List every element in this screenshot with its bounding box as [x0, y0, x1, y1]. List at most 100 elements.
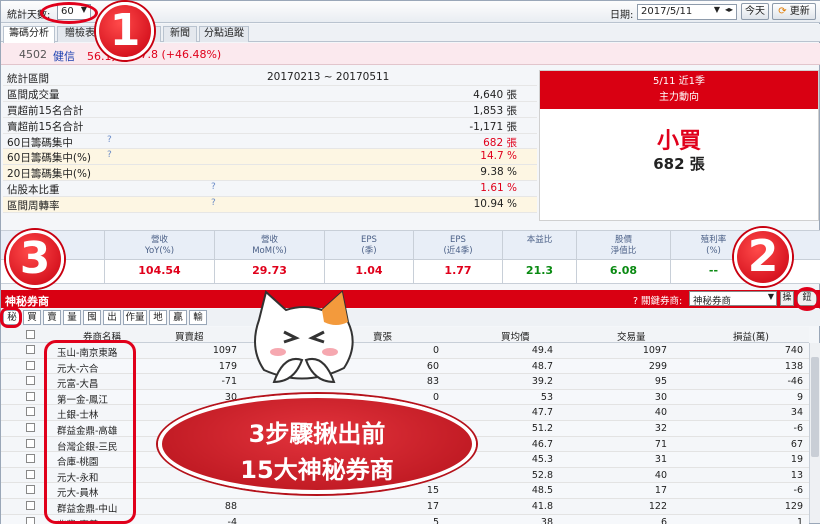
- help-icon[interactable]: ?: [211, 182, 216, 192]
- cell-pl: 1: [796, 516, 803, 524]
- main-force-period: 5/11 近1季: [653, 76, 705, 87]
- cell-sell: 83: [426, 376, 439, 388]
- stepper-icon[interactable]: ◂▸: [725, 5, 733, 14]
- col-net[interactable]: 買賣超: [175, 329, 204, 343]
- tab-branch-tracking[interactable]: 分點追蹤: [199, 26, 249, 42]
- broker-filter-tabs: 秘買賣量囤出作量地贏輸: [1, 309, 820, 326]
- tab-news[interactable]: 新聞: [163, 26, 197, 42]
- summary-key: 統計區間: [7, 73, 49, 85]
- grid-scrollbar[interactable]: [809, 343, 820, 523]
- help-icon[interactable]: ?: [107, 150, 112, 160]
- row-checkbox[interactable]: [26, 485, 35, 495]
- row-checkbox[interactable]: [26, 500, 35, 510]
- summary-key: 區間周轉率: [7, 200, 60, 213]
- broker-filter-tab[interactable]: 作量: [123, 310, 147, 325]
- stock-name[interactable]: 健信: [53, 48, 75, 64]
- metric-value: 104.54: [138, 264, 181, 277]
- scroll-thumb[interactable]: [811, 357, 819, 457]
- cell-pl: -46: [787, 376, 803, 388]
- chevron-down-icon: ▼: [767, 292, 774, 301]
- cell-net: -71: [221, 376, 237, 388]
- row-checkbox[interactable]: [26, 422, 35, 432]
- cell-pl: -6: [793, 422, 803, 434]
- tab-chip-analysis[interactable]: 籌碼分析: [3, 26, 55, 43]
- col-sell[interactable]: 賣張: [373, 329, 392, 343]
- row-checkbox[interactable]: [26, 438, 35, 448]
- key-broker-label: ? 關鍵券商:: [633, 296, 683, 307]
- row-checkbox[interactable]: [26, 469, 35, 479]
- cell-pl: 19: [790, 454, 803, 466]
- cell-avg: 38: [540, 516, 553, 524]
- summary-value: 10.94 %: [473, 198, 517, 211]
- operate-button[interactable]: 操: [780, 291, 794, 306]
- highlight-ring-days: [40, 2, 98, 24]
- col-volume[interactable]: 交易量: [617, 329, 646, 343]
- row-checkbox[interactable]: [26, 391, 35, 401]
- cell-volume: 30: [654, 391, 667, 403]
- cell-volume: 1097: [642, 345, 667, 356]
- step-badge-1: 1: [96, 2, 154, 60]
- cell-volume: 299: [648, 360, 667, 372]
- col-pl[interactable]: 損益(萬): [733, 329, 769, 343]
- cell-pl: 129: [784, 500, 803, 512]
- cell-volume: 122: [648, 500, 667, 512]
- highlight-ring-button: [794, 287, 820, 311]
- col-avg-price[interactable]: 買均價: [501, 329, 530, 343]
- metric-cell: 營收 MoM(%) 29.73: [215, 231, 325, 283]
- broker-filter-tab[interactable]: 地: [149, 310, 167, 325]
- metric-header-line1: 營收: [150, 235, 168, 245]
- key-broker-select[interactable]: 神秘券商 ▼: [689, 291, 777, 307]
- main-force-qty: 682 張: [653, 155, 705, 173]
- cell-pl: -6: [793, 485, 803, 497]
- metric-value: 1.77: [444, 264, 472, 277]
- select-all-checkbox[interactable]: [26, 330, 35, 339]
- refresh-button[interactable]: ⟳ 更新: [772, 3, 816, 20]
- summary-value: 1,853 張: [473, 104, 517, 117]
- summary-key: 60日籌碼集中(%): [7, 152, 92, 165]
- row-checkbox[interactable]: [26, 360, 35, 370]
- broker-filter-tab[interactable]: 量: [63, 310, 81, 325]
- broker-filter-tab[interactable]: 囤: [83, 310, 101, 325]
- cell-pl: 138: [784, 360, 803, 372]
- broker-filter-tab[interactable]: 出: [103, 310, 121, 325]
- cell-pl: 34: [790, 407, 803, 419]
- summary-value: 1.61 %: [480, 182, 517, 195]
- help-icon[interactable]: ?: [211, 198, 216, 208]
- broker-filter-tab[interactable]: 輸: [189, 310, 207, 325]
- cell-volume: 95: [654, 376, 667, 388]
- cell-avg: 53: [540, 391, 553, 403]
- metric-header-line2: (季): [361, 246, 377, 256]
- summary-key: 區間成交量: [7, 88, 60, 101]
- cell-avg: 48.5: [531, 485, 553, 497]
- today-button[interactable]: 今天: [741, 3, 769, 20]
- cell-avg: 47.7: [531, 407, 553, 419]
- metric-header-line2: (近4季): [443, 246, 473, 256]
- cell-avg: 49.4: [531, 345, 553, 356]
- metric-header-line1: EPS: [450, 235, 466, 245]
- row-checkbox[interactable]: [26, 345, 35, 354]
- metric-header-line1: EPS: [361, 235, 377, 245]
- summary-value: 14.7 %: [480, 150, 517, 163]
- chip-summary-table: 統計區間 20170213 ~ 20170511 區間成交量 4,640 張買超前…: [3, 70, 537, 214]
- main-force-panel: 5/11 近1季 主力動向 小買 682 張: [539, 70, 819, 221]
- metric-value: 21.3: [525, 264, 554, 277]
- row-checkbox[interactable]: [26, 407, 35, 417]
- callout-line-1: 3步驟揪出前: [248, 420, 386, 448]
- cell-avg: 52.8: [531, 469, 553, 481]
- cell-volume: 32: [654, 422, 667, 434]
- metric-header-line2: 淨值比: [610, 246, 637, 256]
- row-checkbox[interactable]: [26, 454, 35, 464]
- help-icon[interactable]: ?: [107, 135, 112, 145]
- broker-filter-tab[interactable]: 買: [23, 310, 41, 325]
- metric-header: 營收 MoM(%): [215, 231, 324, 260]
- broker-filter-tab[interactable]: 賣: [43, 310, 61, 325]
- date-picker[interactable]: 2017/5/11 ▼ ◂▸: [637, 4, 737, 20]
- cell-sell: 0: [432, 345, 439, 356]
- broker-filter-tab[interactable]: 贏: [169, 310, 187, 325]
- cell-pl: 9: [796, 391, 803, 403]
- row-checkbox[interactable]: [26, 376, 35, 386]
- row-checkbox[interactable]: [26, 516, 35, 524]
- metric-header: 本益比: [503, 231, 576, 260]
- summary-row: 60日籌碼集中? 682 張: [3, 134, 537, 150]
- metric-header-line2: MoM(%): [252, 246, 287, 256]
